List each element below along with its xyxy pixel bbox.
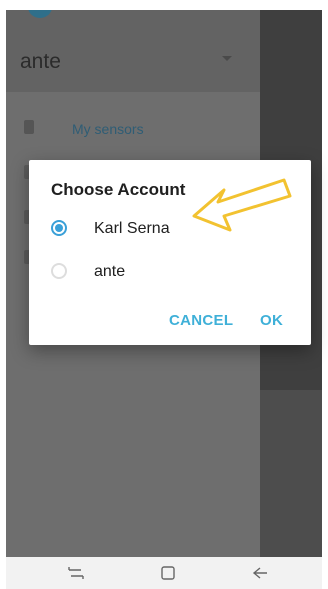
cancel-button[interactable]: CANCEL — [169, 312, 233, 329]
recent-apps-icon[interactable] — [66, 565, 86, 581]
ok-button[interactable]: OK — [260, 312, 283, 329]
system-nav-bar — [6, 557, 322, 589]
account-option-ante[interactable]: ante — [29, 253, 311, 293]
back-icon[interactable] — [250, 565, 270, 581]
drawer-header: ante — [6, 10, 260, 92]
drawer-account-name[interactable]: ante — [20, 50, 61, 74]
drawer-item-my-sensors[interactable]: My sensors — [6, 110, 260, 150]
drawer-item-label: My sensors — [72, 121, 144, 137]
phone-icon — [24, 120, 34, 134]
home-icon[interactable] — [158, 565, 178, 581]
account-option-label: ante — [94, 263, 126, 280]
account-dropdown-icon[interactable] — [222, 56, 232, 61]
radio-selected-icon[interactable] — [51, 220, 67, 236]
annotation-arrow-icon — [192, 178, 292, 232]
radio-unselected-icon[interactable] — [51, 263, 67, 279]
dialog-title: Choose Account — [51, 180, 186, 199]
dimmed-app-content-lower — [260, 390, 322, 557]
account-option-label: Karl Serna — [94, 220, 170, 237]
avatar[interactable] — [28, 10, 52, 18]
